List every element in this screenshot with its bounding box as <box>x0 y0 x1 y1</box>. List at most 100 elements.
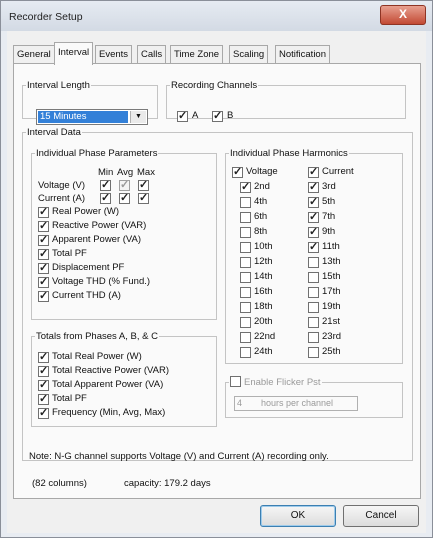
frequency-label: Frequency (Min, Avg, Max) <box>52 407 166 418</box>
real-power-label: Real Power (W) <box>52 206 120 217</box>
close-icon[interactable]: X <box>380 5 426 25</box>
current-harmonic-label: 3rd <box>322 181 336 192</box>
voltage-harmonic-22nd-checkbox[interactable] <box>240 332 251 343</box>
total-pf-label: Total PF <box>52 248 87 259</box>
voltage-min-checkbox[interactable] <box>100 178 111 191</box>
total-reactive-power-checkbox[interactable] <box>38 364 49 377</box>
totals-total-pf-checkbox[interactable] <box>38 392 49 405</box>
harmonics-legend: Individual Phase Harmonics <box>230 148 348 159</box>
harmonics-voltage-checkbox[interactable] <box>232 165 243 178</box>
dialog-body: General Interval Events Calls Time Zone … <box>7 31 426 533</box>
voltage-harmonic-label: 20th <box>254 316 273 327</box>
current-harmonic-13th-checkbox[interactable] <box>308 257 319 268</box>
current-avg-checkbox[interactable] <box>119 191 130 204</box>
voltage-harmonic-label: 8th <box>254 226 268 237</box>
current-harmonic-label: 17th <box>322 286 341 297</box>
current-harmonic-25th-checkbox[interactable] <box>308 347 319 358</box>
voltage-harmonic-label: 24th <box>254 346 273 357</box>
enable-flicker-checkbox[interactable] <box>230 376 241 387</box>
current-thd-checkbox[interactable] <box>38 289 49 302</box>
tab-calls[interactable]: Calls <box>137 45 167 64</box>
tab-scaling[interactable]: Scaling <box>229 45 269 64</box>
note-text: Note: N-G channel supports Voltage (V) a… <box>29 451 329 462</box>
cancel-button[interactable]: Cancel <box>343 505 419 527</box>
flicker-hours-value: 4 <box>237 398 243 408</box>
current-harmonic-23rd-checkbox[interactable] <box>308 332 319 343</box>
reactive-power-label: Reactive Power (VAR) <box>52 220 147 231</box>
recorder-setup-dialog: Recorder Setup X General Interval Events… <box>0 0 433 538</box>
current-harmonic-label: 9th <box>322 226 336 237</box>
voltage-harmonic-20th-checkbox[interactable] <box>240 317 251 328</box>
total-reactive-power-label: Total Reactive Power (VAR) <box>52 365 170 376</box>
tab-interval[interactable]: Interval <box>54 42 94 65</box>
voltage-thd-label: Voltage THD (% Fund.) <box>52 276 151 287</box>
reactive-power-checkbox[interactable] <box>38 219 49 232</box>
apparent-power-label: Apparent Power (VA) <box>52 234 142 245</box>
voltage-harmonic-24th-checkbox[interactable] <box>240 347 251 358</box>
voltage-harmonic-16th-checkbox[interactable] <box>240 287 251 298</box>
capacity-text: capacity: 179.2 days <box>124 478 211 489</box>
current-max-checkbox[interactable] <box>138 191 149 204</box>
current-harmonic-9th-checkbox[interactable] <box>308 225 319 238</box>
voltage-harmonic-label: 12th <box>254 256 273 267</box>
current-harmonic-7th-checkbox[interactable] <box>308 210 319 223</box>
chevron-down-icon[interactable]: ▼ <box>130 111 146 123</box>
totals-total-pf-label: Total PF <box>52 393 87 404</box>
voltage-harmonic-8th-checkbox[interactable] <box>240 227 251 238</box>
frequency-checkbox[interactable] <box>38 406 49 419</box>
current-harmonic-label: 25th <box>322 346 341 357</box>
real-power-checkbox[interactable] <box>38 205 49 218</box>
tab-notification[interactable]: Notification <box>275 45 330 64</box>
voltage-harmonic-4th-checkbox[interactable] <box>240 197 251 208</box>
current-harmonic-label: 7th <box>322 211 336 222</box>
current-harmonic-21st-checkbox[interactable] <box>308 317 319 328</box>
voltage-harmonic-label: 14th <box>254 271 273 282</box>
current-harmonic-17th-checkbox[interactable] <box>308 287 319 298</box>
tab-general[interactable]: General <box>13 45 55 64</box>
voltage-avg-checkbox <box>119 178 130 191</box>
interval-length-dropdown[interactable]: 15 Minutes ▼ <box>36 109 148 125</box>
enable-flicker-label: Enable Flicker Pst <box>244 377 321 388</box>
current-harmonic-label: 11th <box>322 241 340 252</box>
phase-parameters-legend: Individual Phase Parameters <box>36 148 158 159</box>
current-harmonic-label: 5th <box>322 196 336 207</box>
voltage-harmonic-label: 4th <box>254 196 268 207</box>
channel-b-checkbox[interactable] <box>212 109 223 122</box>
flicker-hours-unit: hours per channel <box>261 398 334 408</box>
total-apparent-power-checkbox[interactable] <box>38 378 49 391</box>
voltage-harmonic-6th-checkbox[interactable] <box>240 212 251 223</box>
current-min-checkbox[interactable] <box>100 191 111 204</box>
max-column-header: Max <box>137 167 155 178</box>
tab-events[interactable]: Events <box>95 45 133 64</box>
displacement-pf-checkbox[interactable] <box>38 261 49 274</box>
current-harmonic-5th-checkbox[interactable] <box>308 195 319 208</box>
current-harmonic-11th-checkbox[interactable] <box>308 240 319 253</box>
voltage-harmonic-2nd-checkbox[interactable] <box>240 180 251 193</box>
total-apparent-power-label: Total Apparent Power (VA) <box>52 379 164 390</box>
voltage-max-checkbox[interactable] <box>138 178 149 191</box>
phase-parameters-group: Individual Phase Parameters Min Avg Max … <box>31 148 217 320</box>
voltage-harmonic-12th-checkbox[interactable] <box>240 257 251 268</box>
voltage-harmonic-10th-checkbox[interactable] <box>240 242 251 253</box>
current-harmonic-19th-checkbox[interactable] <box>308 302 319 313</box>
displacement-pf-label: Displacement PF <box>52 262 125 273</box>
voltage-harmonic-18th-checkbox[interactable] <box>240 302 251 313</box>
harmonics-voltage-label: Voltage <box>246 166 278 177</box>
min-column-header: Min <box>98 167 114 178</box>
apparent-power-checkbox[interactable] <box>38 233 49 246</box>
total-real-power-checkbox[interactable] <box>38 350 49 363</box>
total-pf-checkbox[interactable] <box>38 247 49 260</box>
total-real-power-label: Total Real Power (W) <box>52 351 142 362</box>
harmonics-current-checkbox[interactable] <box>308 165 319 178</box>
voltage-row-label: Voltage (V) <box>38 180 85 191</box>
current-harmonic-15th-checkbox[interactable] <box>308 272 319 283</box>
interval-length-legend: Interval Length <box>27 80 90 91</box>
voltage-thd-checkbox[interactable] <box>38 275 49 288</box>
ok-button[interactable]: OK <box>260 505 336 527</box>
flicker-group: Enable Flicker Pst 4 hours per channel <box>225 376 403 418</box>
voltage-harmonic-14th-checkbox[interactable] <box>240 272 251 283</box>
tab-time-zone[interactable]: Time Zone <box>170 45 224 64</box>
interval-data-group: Interval Data Individual Phase Parameter… <box>22 127 413 462</box>
current-harmonic-3rd-checkbox[interactable] <box>308 180 319 193</box>
channel-a-checkbox[interactable] <box>177 109 188 122</box>
